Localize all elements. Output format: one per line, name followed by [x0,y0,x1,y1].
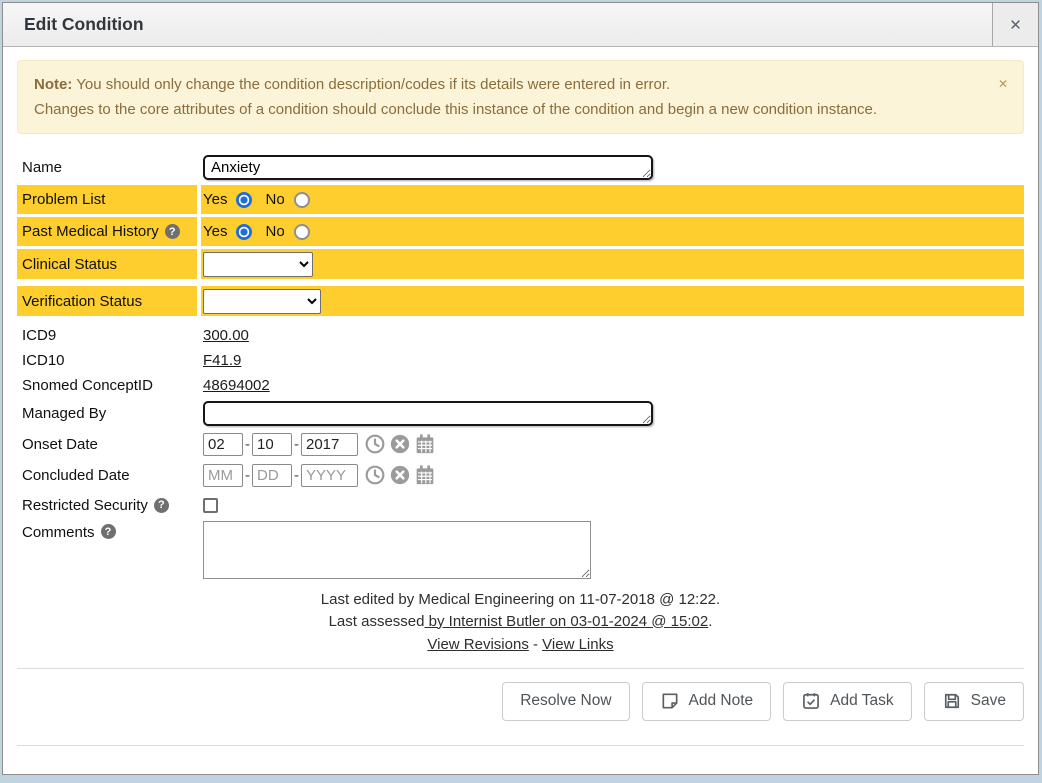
calendar-icon[interactable] [415,465,435,485]
view-links-link[interactable]: View Links [542,636,613,653]
managed-by-label: Managed By [22,405,106,422]
comments-textarea[interactable] [203,521,591,579]
problem-list-no-label: No [265,191,284,208]
onset-month-input[interactable] [203,433,243,456]
past-medical-history-label: Past Medical History [22,223,159,240]
note-label: Note: [34,76,72,93]
icd9-code-link[interactable]: 300.00 [203,327,249,344]
clear-date-icon[interactable] [390,434,410,454]
icd9-label: ICD9 [22,327,56,344]
row-clinical-status: Clinical Status [17,249,1024,279]
concluded-year-input[interactable] [301,464,358,487]
note-line-2: Changes to the core attributes of a cond… [34,97,983,122]
note-banner: Note: You should only change the conditi… [17,60,1024,134]
add-note-button[interactable]: Add Note [642,682,772,721]
name-label: Name [22,159,62,176]
condition-form: Name Anxiety Problem List Yes No Past Me… [17,152,1024,585]
pmh-no-label: No [265,223,284,240]
concluded-month-input[interactable] [203,464,243,487]
icd10-label: ICD10 [22,352,65,369]
action-buttons: Resolve Now Add Note Add Task Save [17,682,1024,721]
dialog-body: Note: You should only change the conditi… [3,47,1038,774]
view-revisions-link[interactable]: View Revisions [427,636,528,653]
calendar-check-icon [801,691,821,711]
resolve-now-button[interactable]: Resolve Now [502,682,629,721]
row-past-medical-history: Past Medical History ? Yes No [17,217,1024,246]
row-snomed: Snomed ConceptID 48694002 [17,374,1024,397]
add-task-button[interactable]: Add Task [783,682,911,721]
name-input[interactable]: Anxiety [203,155,653,180]
save-icon [942,691,962,711]
problem-list-yes-label: Yes [203,191,227,208]
calendar-icon[interactable] [415,434,435,454]
pmh-no-radio[interactable] [294,224,310,240]
edit-condition-dialog: Edit Condition ✕ Note: You should only c… [2,2,1039,775]
row-icd9: ICD9 300.00 [17,324,1024,347]
note-icon [660,691,680,711]
clock-icon[interactable] [365,465,385,485]
problem-list-no-radio[interactable] [294,192,310,208]
dialog-close-button[interactable]: ✕ [992,3,1038,46]
restricted-security-label: Restricted Security [22,497,148,514]
concluded-day-input[interactable] [252,464,292,487]
pmh-yes-label: Yes [203,223,227,240]
comments-label: Comments [22,524,95,541]
problem-list-yes-radio[interactable] [236,192,252,208]
close-icon: ✕ [1009,16,1022,34]
revision-links: View Revisions - View Links [17,634,1024,656]
help-icon[interactable]: ? [101,524,116,539]
row-problem-list: Problem List Yes No [17,185,1024,214]
last-assessed-text: Last assessed by Internist Butler on 03-… [17,611,1024,633]
row-comments: Comments ? [17,521,1024,579]
help-icon[interactable]: ? [154,498,169,513]
last-edited-text: Last edited by Medical Engineering on 11… [17,589,1024,611]
footer-divider-bottom [17,745,1024,746]
last-assessed-link[interactable]: by Internist Butler on 03-01-2024 @ 15:0… [424,613,708,630]
footer-divider-top [17,668,1024,669]
managed-by-input[interactable] [203,401,653,426]
clinical-status-label: Clinical Status [22,256,117,273]
clear-date-icon[interactable] [390,465,410,485]
row-restricted-security: Restricted Security ? [17,493,1024,517]
verification-status-label: Verification Status [22,293,142,310]
onset-day-input[interactable] [252,433,292,456]
row-icd10: ICD10 F41.9 [17,349,1024,372]
audit-info: Last edited by Medical Engineering on 11… [17,589,1024,656]
onset-date-label: Onset Date [22,436,98,453]
onset-year-input[interactable] [301,433,358,456]
help-icon[interactable]: ? [165,224,180,239]
snomed-label: Snomed ConceptID [22,377,153,394]
row-concluded-date: Concluded Date - - [17,461,1024,489]
dialog-title: Edit Condition [3,3,144,46]
verification-status-select[interactable] [203,289,321,314]
concluded-date-label: Concluded Date [22,467,130,484]
clinical-status-select[interactable] [203,252,313,277]
note-line-1: Note: You should only change the conditi… [34,72,983,97]
dialog-header: Edit Condition ✕ [3,3,1038,47]
row-managed-by: Managed By [17,399,1024,427]
save-button[interactable]: Save [924,682,1024,721]
snomed-code-link[interactable]: 48694002 [203,377,270,394]
icd10-code-link[interactable]: F41.9 [203,352,241,369]
row-verification-status: Verification Status [17,286,1024,316]
clock-icon[interactable] [365,434,385,454]
row-onset-date: Onset Date - - [17,430,1024,458]
row-name: Name Anxiety [17,152,1024,182]
problem-list-label: Problem List [22,191,105,208]
note-dismiss-icon[interactable]: ✕ [998,72,1008,97]
pmh-yes-radio[interactable] [236,224,252,240]
restricted-security-checkbox[interactable] [203,498,218,513]
